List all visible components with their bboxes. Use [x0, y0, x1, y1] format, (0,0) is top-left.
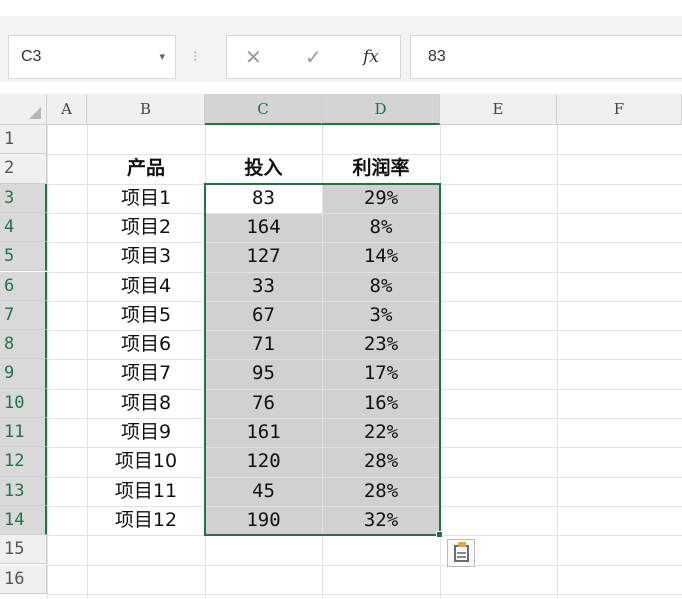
- row-header-5[interactable]: 5: [0, 242, 47, 272]
- cell-product[interactable]: 项目8: [87, 389, 205, 418]
- select-all-corner-icon[interactable]: [29, 107, 41, 119]
- insert-function-icon[interactable]: fx: [363, 47, 379, 67]
- selection-border: [204, 182, 441, 537]
- paste-options-icon[interactable]: [447, 539, 475, 568]
- grid-hline: [47, 564, 682, 566]
- cell-product[interactable]: 项目12: [87, 506, 205, 535]
- separator-icon: ⁝: [193, 48, 198, 64]
- row-header-16[interactable]: 16: [0, 564, 47, 594]
- row-header-2[interactable]: 2: [0, 154, 47, 184]
- close-icon[interactable]: ✕: [245, 45, 262, 70]
- column-header-b[interactable]: B: [87, 94, 205, 125]
- row-header-1[interactable]: 1: [0, 125, 47, 155]
- chevron-down-icon[interactable]: ▾: [159, 50, 165, 63]
- row-header-15[interactable]: 15: [0, 535, 47, 565]
- column-header-e[interactable]: E: [440, 94, 557, 125]
- header-investment[interactable]: 投入: [205, 154, 322, 183]
- row-header-11[interactable]: 11: [0, 418, 47, 448]
- row-header-14[interactable]: 14: [0, 505, 47, 536]
- select-all-corner[interactable]: [0, 94, 47, 125]
- cell-product[interactable]: 项目4: [87, 272, 205, 301]
- grid-hline: [47, 593, 682, 595]
- row-header-7[interactable]: 7: [0, 300, 47, 331]
- cell-product[interactable]: 项目5: [87, 301, 205, 330]
- row-header-10[interactable]: 10: [0, 388, 47, 418]
- formula-value[interactable]: 83: [428, 48, 446, 66]
- grid-vline: [557, 125, 558, 599]
- name-box-value[interactable]: C3: [21, 48, 41, 66]
- cell-product[interactable]: 项目10: [87, 447, 205, 476]
- row-header-13[interactable]: 13: [0, 476, 47, 506]
- cell-product[interactable]: 项目3: [87, 242, 205, 271]
- grid-vline: [47, 125, 48, 599]
- cell-product[interactable]: 项目1: [87, 184, 205, 213]
- check-icon[interactable]: ✓: [305, 45, 322, 70]
- cell-product[interactable]: 项目6: [87, 330, 205, 359]
- row-header-12[interactable]: 12: [0, 447, 47, 477]
- column-header-d[interactable]: D: [322, 94, 440, 125]
- header-product[interactable]: 产品: [87, 154, 205, 183]
- fill-handle[interactable]: [436, 531, 443, 539]
- name-box[interactable]: C3 ▾: [8, 35, 176, 79]
- spreadsheet-grid: A B C D E F 1 2 3 4 5 6 7 8 9 10 11 12 13 14 15 16 产品 投入 利润率 项目1 8…: [0, 82, 682, 599]
- formula-tools: ✕ ✓ fx: [226, 35, 401, 79]
- cell-product[interactable]: 项目11: [87, 477, 205, 506]
- cell-product[interactable]: 项目7: [87, 359, 205, 388]
- clipboard-line: [457, 556, 466, 559]
- cell-product[interactable]: 项目2: [87, 213, 205, 242]
- row-header-3[interactable]: 3: [0, 183, 47, 213]
- row-header-9[interactable]: 9: [0, 359, 47, 389]
- formula-input[interactable]: 83: [410, 35, 682, 79]
- clipboard-line: [457, 552, 466, 555]
- row-header-4[interactable]: 4: [0, 212, 47, 243]
- clipboard-clip-icon: [458, 542, 466, 548]
- formula-bar: C3 ▾ ⁝ ✕ ✓ fx 83: [0, 16, 682, 82]
- row-header-8[interactable]: 8: [0, 330, 47, 360]
- cell-product[interactable]: 项目9: [87, 418, 205, 447]
- column-header-c[interactable]: C: [205, 94, 322, 125]
- header-margin[interactable]: 利润率: [322, 154, 440, 183]
- column-header-f[interactable]: F: [557, 94, 682, 125]
- row-header-6[interactable]: 6: [0, 271, 47, 301]
- column-header-a[interactable]: A: [47, 94, 87, 125]
